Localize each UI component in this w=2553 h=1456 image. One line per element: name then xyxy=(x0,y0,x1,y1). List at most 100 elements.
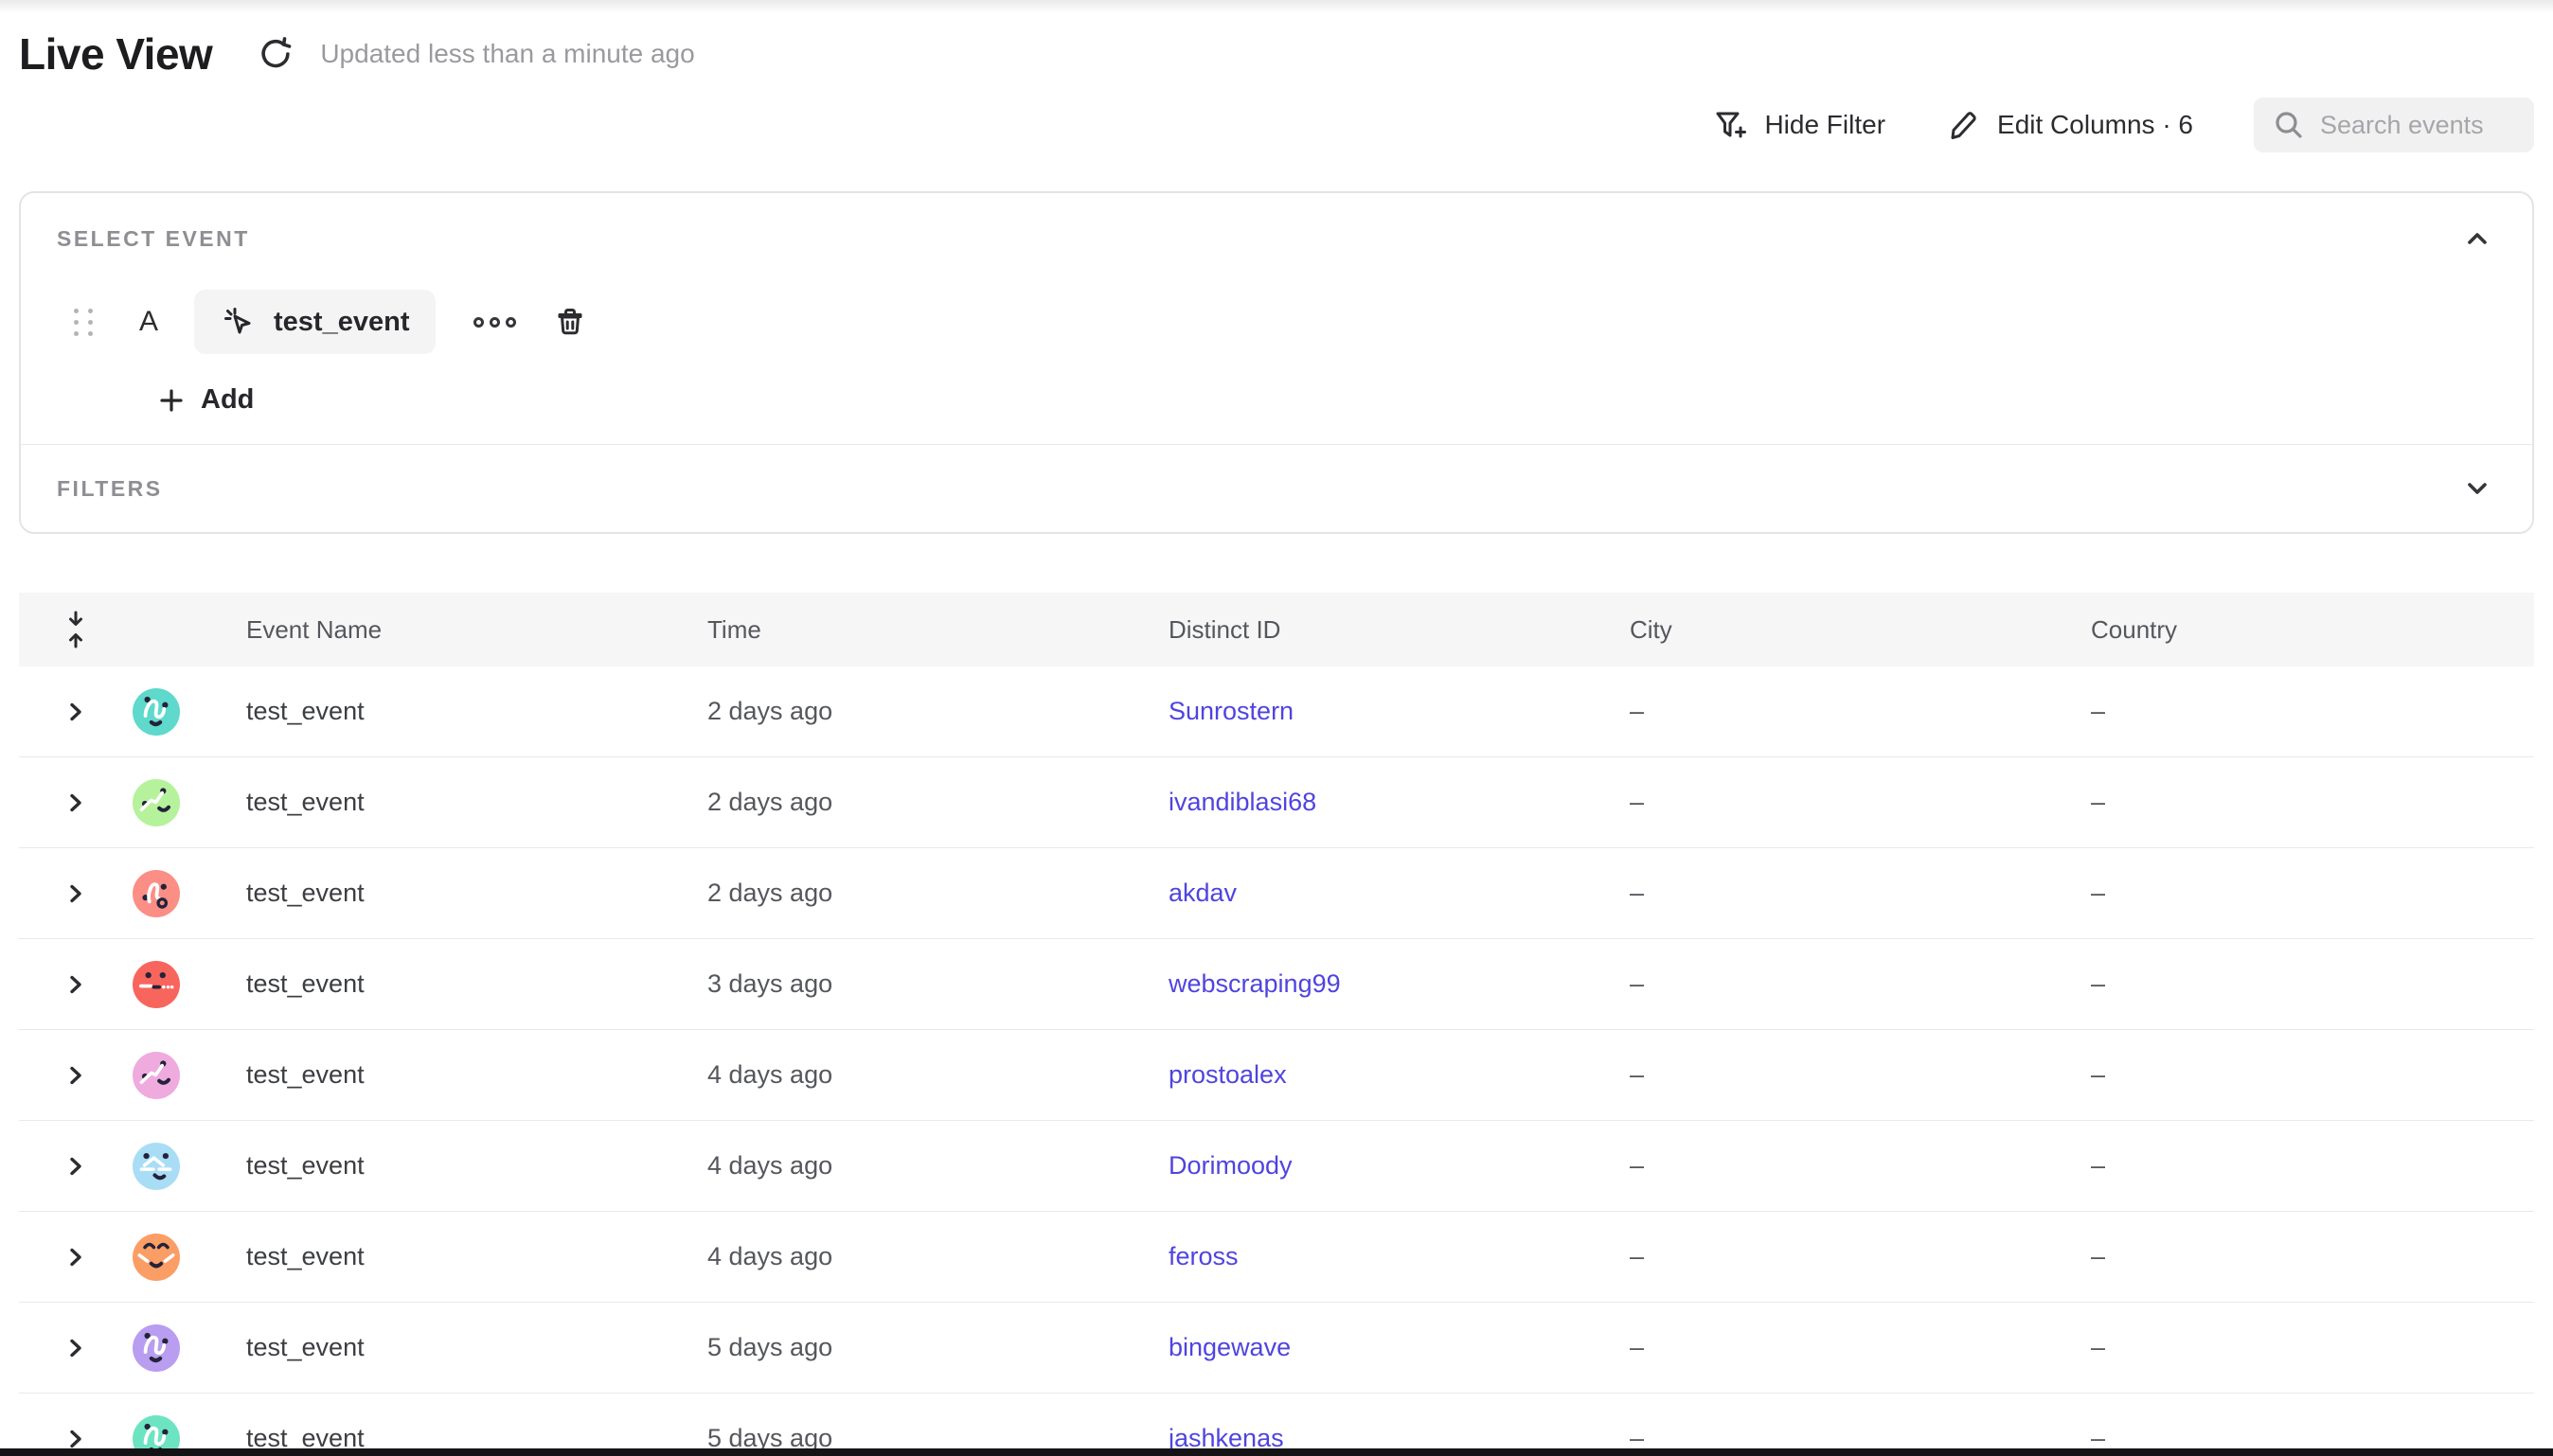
add-button-label: Add xyxy=(201,384,254,416)
table-row: test_event 2 days ago Sunrostern – – xyxy=(19,666,2534,757)
cell-city: – xyxy=(1611,1060,2072,1090)
collapse-rows-icon xyxy=(62,609,90,650)
cursor-click-icon xyxy=(221,304,257,340)
page-title: Live View xyxy=(19,28,212,80)
filter-plus-icon xyxy=(1713,108,1747,142)
table-row: test_event 4 days ago feross – – xyxy=(19,1212,2534,1303)
select-event-section: SELECT EVENT A xyxy=(21,193,2532,444)
event-chip-label: test_event xyxy=(274,307,409,338)
select-event-label: SELECT EVENT xyxy=(57,226,250,252)
expand-row-button[interactable] xyxy=(19,1156,133,1177)
table-row: test_event 5 days ago jashkenas – – xyxy=(19,1394,2534,1456)
expand-row-button[interactable] xyxy=(19,701,133,722)
cell-time: 5 days ago xyxy=(688,1333,1150,1362)
collapse-section-button[interactable] xyxy=(2458,220,2496,257)
column-header-country[interactable]: Country xyxy=(2072,615,2534,645)
chevron-right-icon xyxy=(65,792,86,813)
cell-distinct-id-link[interactable]: prostoalex xyxy=(1169,1060,1287,1089)
hide-filter-label: Hide Filter xyxy=(1764,110,1885,140)
edit-columns-button[interactable]: Edit Columns · 6 xyxy=(1946,108,2193,142)
chevron-right-icon xyxy=(65,883,86,904)
cell-distinct-id-link[interactable]: webscraping99 xyxy=(1169,969,1341,998)
cell-city: – xyxy=(1611,697,2072,726)
column-header-time[interactable]: Time xyxy=(688,615,1150,645)
search-events-box[interactable] xyxy=(2254,98,2534,152)
expand-row-button[interactable] xyxy=(19,792,133,813)
cell-city: – xyxy=(1611,1333,2072,1362)
cell-distinct-id-link[interactable]: Dorimoody xyxy=(1169,1151,1293,1180)
table-header-row: Event Name Time Distinct ID City Country xyxy=(19,593,2534,666)
search-events-input[interactable] xyxy=(2320,111,2515,140)
filters-label: FILTERS xyxy=(57,476,163,502)
search-icon xyxy=(2273,109,2305,141)
page-header: Live View Updated less than a minute ago xyxy=(19,0,2534,80)
user-avatar xyxy=(133,688,180,736)
chevron-right-icon xyxy=(65,1156,86,1177)
events-table: Event Name Time Distinct ID City Country… xyxy=(19,593,2534,1456)
cell-distinct-id-link[interactable]: bingewave xyxy=(1169,1333,1291,1361)
add-event-button[interactable]: Add xyxy=(157,384,254,416)
column-header-event-name[interactable]: Event Name xyxy=(227,615,688,645)
trash-icon xyxy=(552,304,588,340)
expand-row-button[interactable] xyxy=(19,974,133,995)
table-row: test_event 2 days ago ivandiblasi68 – – xyxy=(19,757,2534,848)
expand-row-button[interactable] xyxy=(19,1338,133,1358)
refresh-icon xyxy=(258,36,294,72)
cell-city: – xyxy=(1611,1242,2072,1271)
cell-event-name: test_event xyxy=(227,1333,688,1362)
column-header-city[interactable]: City xyxy=(1611,615,2072,645)
expand-row-button[interactable] xyxy=(19,1429,133,1449)
hide-filter-button[interactable]: Hide Filter xyxy=(1713,108,1885,142)
cell-event-name: test_event xyxy=(227,1060,688,1090)
drag-handle-icon[interactable] xyxy=(74,309,96,336)
cell-distinct-id-link[interactable]: Sunrostern xyxy=(1169,697,1294,725)
collapse-all-button[interactable] xyxy=(62,609,90,650)
edit-columns-label: Edit Columns · 6 xyxy=(1997,110,2193,140)
delete-clause-button[interactable] xyxy=(552,304,588,340)
updated-status: Updated less than a minute ago xyxy=(320,39,694,69)
chevron-right-icon xyxy=(65,1338,86,1358)
refresh-button[interactable] xyxy=(256,34,295,74)
cell-event-name: test_event xyxy=(227,879,688,908)
cell-time: 2 days ago xyxy=(688,879,1150,908)
bottom-window-edge xyxy=(0,1448,2553,1456)
cell-event-name: test_event xyxy=(227,697,688,726)
toolbar: Hide Filter Edit Columns · 6 xyxy=(19,97,2534,153)
more-options-button[interactable] xyxy=(466,310,524,335)
chevron-right-icon xyxy=(65,1429,86,1449)
cell-distinct-id-link[interactable]: feross xyxy=(1169,1242,1239,1270)
cell-country: – xyxy=(2072,697,2534,726)
cell-distinct-id-link[interactable]: akdav xyxy=(1169,879,1237,907)
cell-country: – xyxy=(2072,879,2534,908)
cell-time: 2 days ago xyxy=(688,697,1150,726)
cell-event-name: test_event xyxy=(227,969,688,999)
chevron-right-icon xyxy=(65,701,86,722)
filters-section: FILTERS xyxy=(21,445,2532,532)
plus-icon xyxy=(157,386,186,415)
table-row: test_event 4 days ago prostoalex – – xyxy=(19,1030,2534,1121)
clause-letter: A xyxy=(139,306,158,338)
table-row: test_event 5 days ago bingewave – – xyxy=(19,1303,2534,1394)
live-view-page: Live View Updated less than a minute ago… xyxy=(0,0,2553,1456)
expand-filters-button[interactable] xyxy=(2458,470,2496,507)
cell-event-name: test_event xyxy=(227,1242,688,1271)
cell-time: 4 days ago xyxy=(688,1242,1150,1271)
table-body: test_event 2 days ago Sunrostern – – tes… xyxy=(19,666,2534,1456)
user-avatar xyxy=(133,1143,180,1190)
user-avatar xyxy=(133,1234,180,1281)
expand-row-button[interactable] xyxy=(19,1065,133,1086)
user-avatar xyxy=(133,779,180,826)
column-header-distinct-id[interactable]: Distinct ID xyxy=(1150,615,1611,645)
expand-row-button[interactable] xyxy=(19,1247,133,1268)
chevron-down-icon xyxy=(2463,474,2491,503)
cell-time: 4 days ago xyxy=(688,1151,1150,1181)
event-selector-chip[interactable]: test_event xyxy=(194,290,436,354)
chevron-right-icon xyxy=(65,1247,86,1268)
cell-country: – xyxy=(2072,1242,2534,1271)
user-avatar xyxy=(133,870,180,917)
cell-distinct-id-link[interactable]: ivandiblasi68 xyxy=(1169,788,1316,816)
cell-event-name: test_event xyxy=(227,1151,688,1181)
expand-row-button[interactable] xyxy=(19,883,133,904)
cell-city: – xyxy=(1611,969,2072,999)
cell-country: – xyxy=(2072,1060,2534,1090)
